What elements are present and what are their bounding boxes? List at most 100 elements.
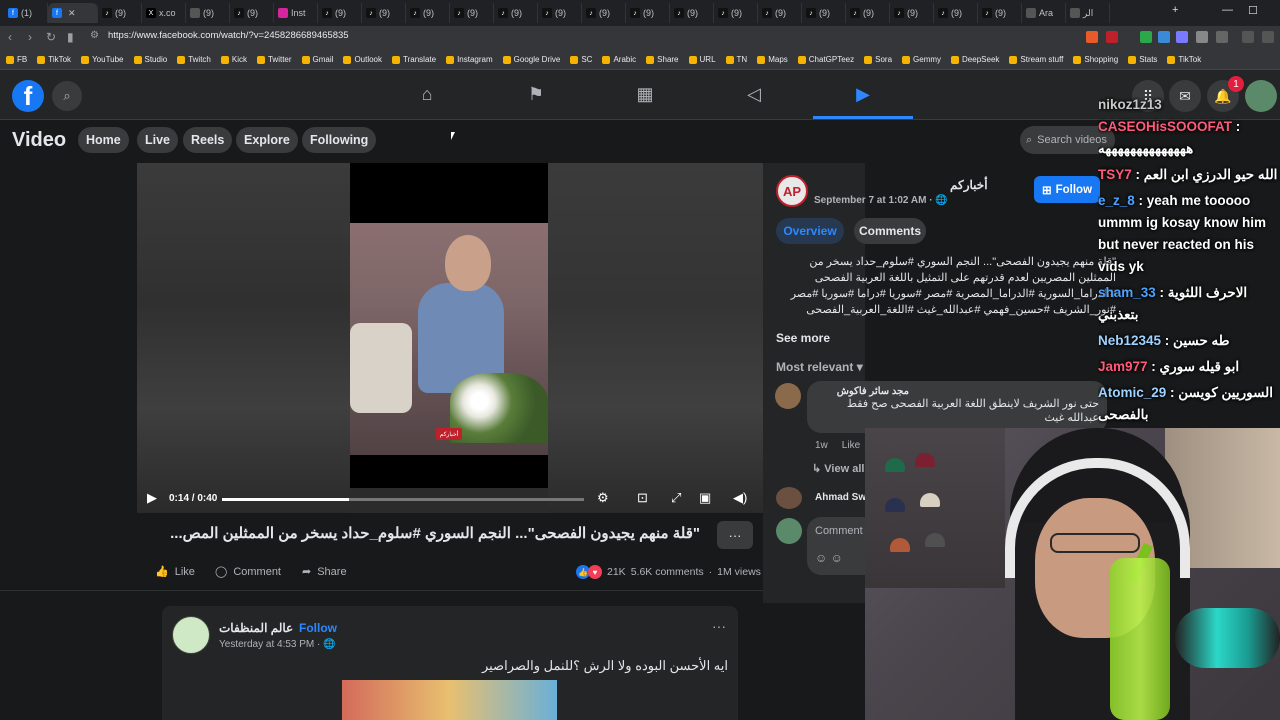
bookmark-item[interactable]: Twitter: [256, 55, 292, 64]
browser-tab[interactable]: ♪ (9): [934, 3, 978, 23]
sort-comments-dropdown[interactable]: Most relevant ▾: [776, 360, 863, 374]
maximize-button[interactable]: ☐: [1248, 4, 1258, 17]
subnav-home[interactable]: Home: [78, 127, 129, 153]
bookmark-item[interactable]: TikTok: [1167, 55, 1201, 64]
browser-tab[interactable]: ♪ (9): [978, 3, 1022, 23]
bookmark-item[interactable]: Sora: [864, 55, 892, 64]
browser-tab[interactable]: ♪ (9): [406, 3, 450, 23]
subnav-explore[interactable]: Explore: [236, 127, 298, 153]
extension-icon[interactable]: [1196, 31, 1208, 43]
page-avatar[interactable]: [172, 616, 210, 654]
bookmark-item[interactable]: Kick: [220, 55, 247, 64]
home-icon[interactable]: ⌂: [412, 84, 442, 105]
subnav-following[interactable]: Following: [302, 127, 377, 153]
bookmark-item[interactable]: Shopping: [1073, 55, 1118, 64]
bookmark-item[interactable]: SC: [570, 55, 592, 64]
forward-icon[interactable]: ›: [28, 30, 32, 44]
follow-link[interactable]: Follow: [299, 621, 337, 635]
play-icon[interactable]: ▶: [147, 490, 157, 506]
bookmark-item[interactable]: Gemmy: [902, 55, 941, 64]
video-icon[interactable]: ▶: [848, 84, 878, 105]
browser-tab[interactable]: ♪ (9): [362, 3, 406, 23]
megaphone-icon[interactable]: ◁: [739, 84, 769, 105]
reaction-count[interactable]: 21K: [607, 566, 626, 578]
bookmark-item[interactable]: Maps: [757, 55, 788, 64]
site-info-icon[interactable]: ⚙: [90, 30, 99, 41]
bookmark-item[interactable]: Translate: [392, 55, 436, 64]
browser-tab[interactable]: ♪ (9): [450, 3, 494, 23]
commenter-name[interactable]: Ahmad Sw: [815, 492, 866, 503]
follow-button[interactable]: ⊞ Follow: [1034, 176, 1100, 203]
video-player[interactable]: أخباركم ▶ 0:14 / 0:40 ⚙ ⊡ ⤢ ▣ ◀): [137, 163, 763, 513]
bookmark-item[interactable]: Arabic: [602, 55, 636, 64]
bookmark-item[interactable]: FB: [6, 55, 27, 64]
url-field[interactable]: https://www.facebook.com/watch/?v=245828…: [108, 30, 349, 41]
progress-bar[interactable]: [222, 498, 584, 501]
bookmark-item[interactable]: Gmail: [301, 55, 333, 64]
back-icon[interactable]: ‹: [8, 30, 12, 44]
tab-comments[interactable]: Comments: [854, 218, 926, 244]
miniplayer-icon[interactable]: ▣: [699, 490, 711, 506]
post-date[interactable]: September 7 at 1:02 AM · 🌐: [814, 195, 948, 206]
bookmark-item[interactable]: TN: [725, 55, 747, 64]
volume-icon[interactable]: ◀): [733, 490, 747, 506]
bookmark-item[interactable]: Share: [646, 55, 679, 64]
fullscreen-icon[interactable]: ⤢: [671, 490, 681, 506]
subnav-live[interactable]: Live: [137, 127, 179, 153]
share-button[interactable]: ➦ Share: [302, 565, 347, 579]
extension-icon[interactable]: [1158, 31, 1170, 43]
bookmark-item[interactable]: ChatGPTeez: [797, 55, 854, 64]
browser-tab[interactable]: f ✕: [48, 3, 98, 23]
captions-icon[interactable]: ⊡: [637, 490, 648, 506]
brave-icon[interactable]: [1086, 31, 1098, 43]
browser-tab[interactable]: ♪ (9): [802, 3, 846, 23]
browser-tab[interactable]: ♪ (9): [98, 3, 142, 23]
bookmark-item[interactable]: Studio: [133, 55, 167, 64]
browser-tab[interactable]: ♪ (9): [758, 3, 802, 23]
page-name[interactable]: عالم المنظفات: [219, 621, 293, 635]
comments-count[interactable]: 5.6K comments: [631, 566, 704, 578]
comment-age[interactable]: 1w: [815, 440, 828, 451]
post-more-icon[interactable]: ···: [712, 618, 726, 634]
browser-tab[interactable]: (9): [186, 3, 230, 23]
commenter-name[interactable]: مجد سائر فاكوش: [815, 386, 1099, 397]
browser-tab[interactable]: ♪ (9): [582, 3, 626, 23]
search-icon[interactable]: ⌕: [52, 81, 82, 111]
browser-tab[interactable]: ♪ (9): [626, 3, 670, 23]
comment-button[interactable]: ◯ Comment: [215, 565, 281, 579]
settings-gear-icon[interactable]: ⚙: [597, 490, 609, 506]
bookmark-item[interactable]: TikTok: [37, 55, 71, 64]
commenter-avatar[interactable]: [776, 487, 802, 509]
dashboard-icon[interactable]: ▦: [630, 84, 660, 105]
tab-close-icon[interactable]: ✕: [68, 8, 76, 19]
facebook-logo-icon[interactable]: f: [12, 80, 44, 112]
browser-tab[interactable]: ♪ (9): [670, 3, 714, 23]
post-timestamp[interactable]: Yesterday at 4:53 PM · 🌐: [219, 639, 336, 650]
subnav-reels[interactable]: Reels: [183, 127, 233, 153]
bookmark-item[interactable]: Outlook: [343, 55, 382, 64]
bookmark-item[interactable]: Stats: [1128, 55, 1157, 64]
media-icon[interactable]: [1242, 31, 1254, 43]
browser-tab[interactable]: ♪ (9): [846, 3, 890, 23]
page-avatar[interactable]: AP: [776, 175, 808, 207]
extension-icon[interactable]: [1216, 31, 1228, 43]
see-more-link[interactable]: See more: [776, 331, 830, 345]
browser-tab[interactable]: Inst: [274, 3, 318, 23]
bookmark-item[interactable]: Twitch: [177, 55, 211, 64]
extension-icon[interactable]: [1176, 31, 1188, 43]
bookmark-item[interactable]: Google Drive: [502, 55, 560, 64]
comment-like-button[interactable]: Like: [842, 440, 860, 451]
bookmark-item[interactable]: DeepSeek: [951, 55, 999, 64]
browser-tab[interactable]: الر: [1066, 3, 1110, 23]
browser-tab[interactable]: ♪ (9): [230, 3, 274, 23]
browser-tab[interactable]: ♪ (9): [494, 3, 538, 23]
bookmark-item[interactable]: Instagram: [446, 55, 493, 64]
reload-icon[interactable]: ↻: [46, 30, 56, 44]
post-image[interactable]: [342, 680, 557, 720]
pages-flag-icon[interactable]: ⚑: [521, 84, 551, 105]
browser-tab[interactable]: ♪ (9): [538, 3, 582, 23]
bookmark-icon[interactable]: ▮: [67, 30, 74, 44]
commenter-avatar[interactable]: [775, 383, 801, 409]
browser-tab[interactable]: ♪ (9): [714, 3, 758, 23]
browser-tab[interactable]: Xx.co: [142, 3, 186, 23]
